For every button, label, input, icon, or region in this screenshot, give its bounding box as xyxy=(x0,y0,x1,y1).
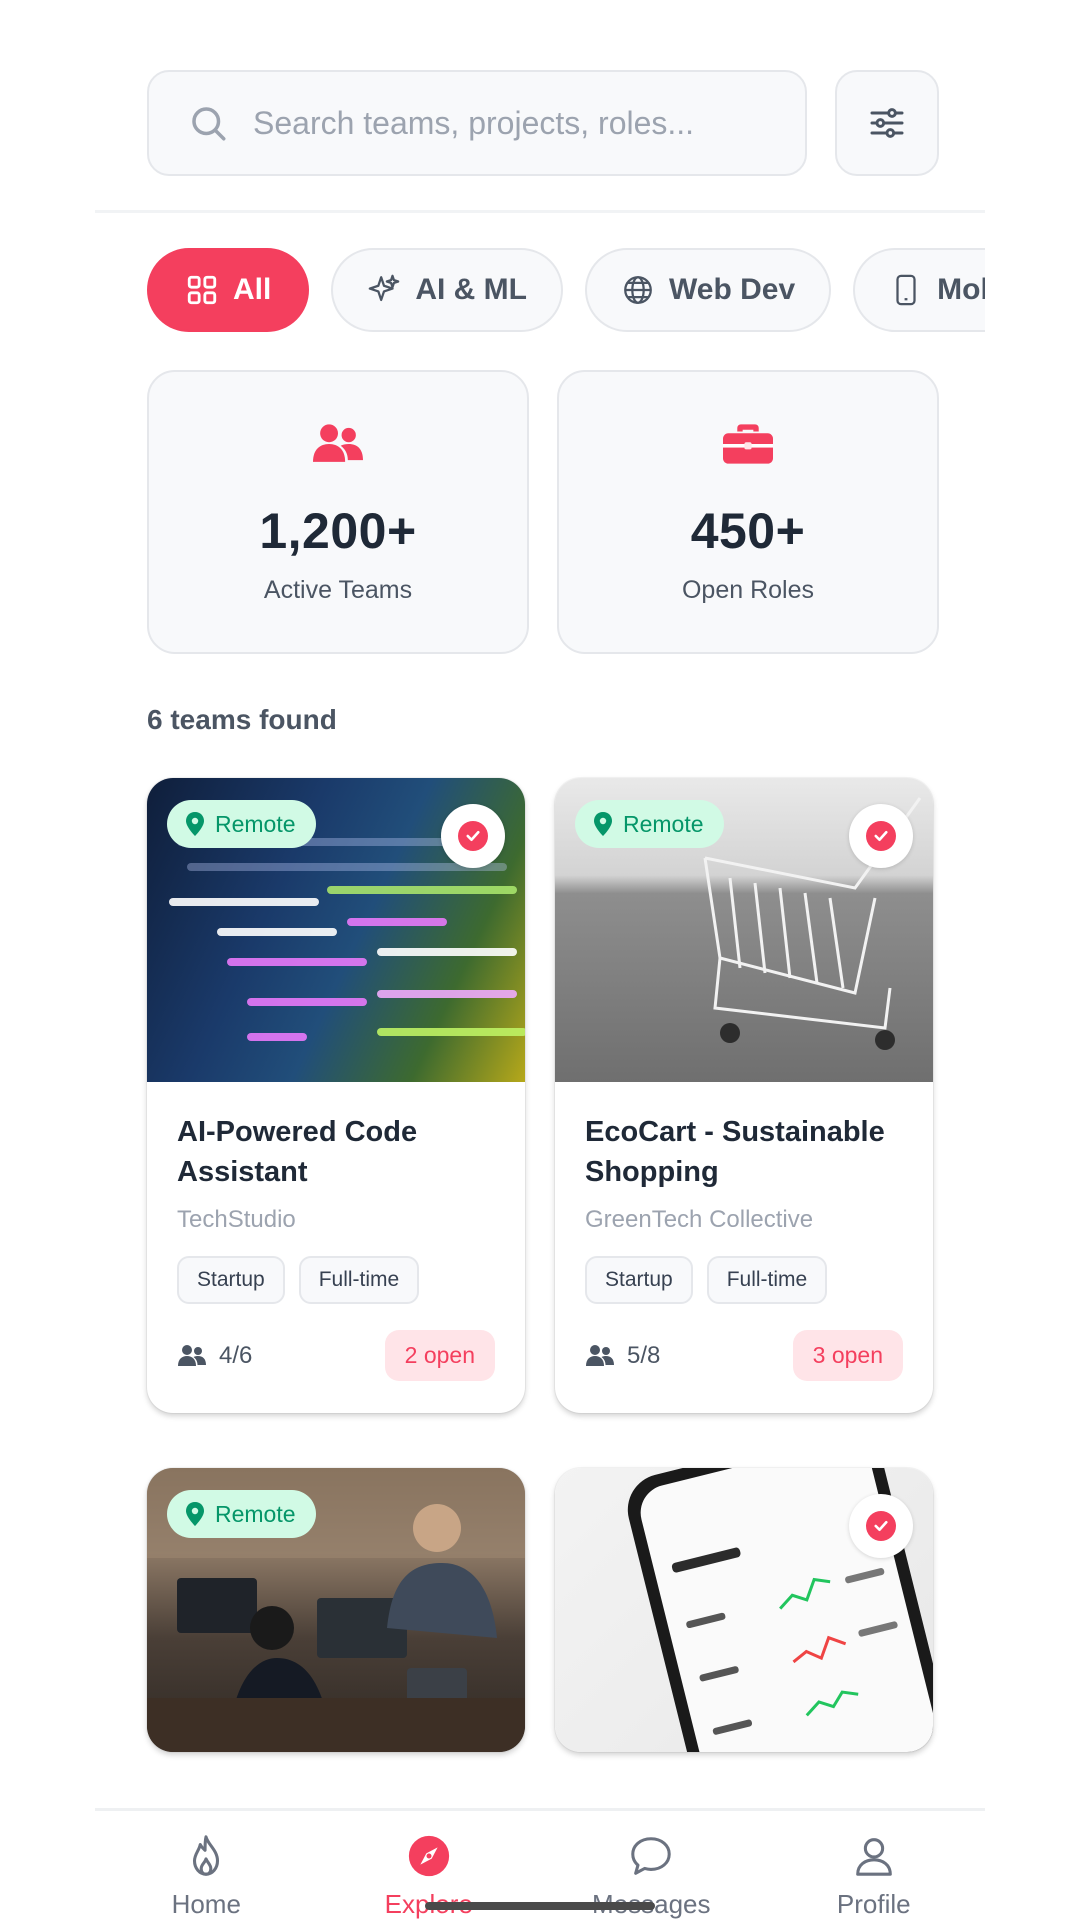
bookmark-check-button[interactable] xyxy=(849,804,913,868)
chip-label: AI & ML xyxy=(415,273,527,306)
sparkles-icon xyxy=(369,274,400,302)
project-image xyxy=(555,1468,933,1752)
users-icon xyxy=(586,1344,614,1366)
remote-badge: Remote xyxy=(167,800,316,848)
tag: Startup xyxy=(585,1256,693,1304)
search-icon xyxy=(192,107,226,141)
remote-badge: Remote xyxy=(575,800,724,848)
bookmark-check-button[interactable] xyxy=(441,804,505,868)
stat-label: Active Teams xyxy=(263,576,413,604)
bookmark-check-button[interactable] xyxy=(849,1494,913,1558)
tag-list: Startup Full-time xyxy=(585,1256,903,1304)
open-roles-badge: 3 open xyxy=(792,1330,903,1381)
team-card[interactable]: Remote AI-Powered Code Assistant TechStu… xyxy=(147,778,525,1413)
chip-label: Web Dev xyxy=(669,273,796,306)
card-footer: 5/8 3 open xyxy=(585,1330,903,1381)
stat-label: Open Roles xyxy=(681,576,815,604)
mobile-icon xyxy=(896,274,916,306)
location-pin-icon xyxy=(594,812,612,836)
project-image: Remote xyxy=(555,778,933,1082)
header-divider xyxy=(95,210,985,213)
filter-button[interactable] xyxy=(835,70,939,176)
stat-card-teams: 1,200+ Active Teams xyxy=(147,370,529,654)
chip-all[interactable]: All xyxy=(147,248,310,332)
sliders-icon xyxy=(870,108,904,138)
location-pin-icon xyxy=(186,1502,204,1526)
stats-row: 1,200+ Active Teams 450+ Open Roles xyxy=(147,370,939,654)
check-icon xyxy=(466,830,480,842)
stat-card-roles: 450+ Open Roles xyxy=(557,370,939,654)
home-indicator[interactable] xyxy=(425,1902,655,1910)
open-roles-badge: 2 open xyxy=(384,1330,495,1381)
team-card[interactable]: Remote EcoCart - Sustainable Shopping Gr… xyxy=(555,778,933,1413)
chat-icon xyxy=(631,1837,671,1875)
chip-label: All xyxy=(233,273,272,306)
chip-label: Mobil xyxy=(937,273,985,306)
card-footer: 4/6 2 open xyxy=(177,1330,495,1381)
tag: Full-time xyxy=(706,1256,828,1304)
team-title: EcoCart - Sustainable Shopping xyxy=(585,1116,885,1188)
member-count: 5/8 xyxy=(585,1342,660,1370)
location-pin-icon xyxy=(186,812,204,836)
compass-icon xyxy=(408,1835,449,1877)
results-count: 6 teams found xyxy=(147,704,337,735)
category-chips: All AI & ML Web Dev Mobil xyxy=(147,248,985,332)
grid-icon xyxy=(187,275,217,305)
check-icon xyxy=(874,1520,888,1532)
briefcase-icon xyxy=(723,424,773,464)
team-card[interactable] xyxy=(555,1468,933,1752)
tag: Full-time xyxy=(298,1256,420,1304)
project-image: Remote xyxy=(147,1468,525,1752)
nav-label: Home xyxy=(171,1889,241,1919)
team-company: TechStudio xyxy=(177,1206,296,1233)
stat-value: 450+ xyxy=(690,503,806,559)
team-card[interactable]: Remote xyxy=(147,1468,525,1752)
project-image: Remote xyxy=(147,778,525,1082)
tag-list: Startup Full-time xyxy=(177,1256,495,1304)
users-icon xyxy=(178,1344,206,1366)
nav-label: Profile xyxy=(836,1889,911,1919)
search-box[interactable] xyxy=(147,70,807,176)
globe-icon xyxy=(624,276,652,304)
chip-mobile[interactable]: Mobil xyxy=(853,248,985,332)
card-body: AI-Powered Code Assistant TechStudio Sta… xyxy=(147,1082,525,1413)
remote-label: Remote xyxy=(215,1500,296,1527)
card-body: EcoCart - Sustainable Shopping GreenTech… xyxy=(555,1082,933,1413)
team-title: AI-Powered Code Assistant xyxy=(177,1116,418,1188)
member-count-text: 5/8 xyxy=(627,1341,661,1369)
remote-label: Remote xyxy=(215,810,296,837)
nav-home[interactable]: Home xyxy=(106,1811,306,1920)
users-icon xyxy=(313,424,363,462)
member-count-text: 4/6 xyxy=(219,1341,253,1369)
user-icon xyxy=(855,1838,892,1876)
remote-badge: Remote xyxy=(167,1490,316,1538)
explore-screen: All AI & ML Web Dev Mobil 1,200+ Active … xyxy=(95,0,985,1920)
search-bar-row xyxy=(147,70,939,176)
tag: Startup xyxy=(177,1256,285,1304)
chip-ai-ml[interactable]: AI & ML xyxy=(331,248,563,332)
nav-profile[interactable]: Profile xyxy=(774,1811,974,1920)
remote-label: Remote xyxy=(623,810,704,837)
flame-icon xyxy=(193,1835,220,1876)
team-company: GreenTech Collective xyxy=(585,1206,814,1233)
chip-web-dev[interactable]: Web Dev xyxy=(585,248,832,332)
search-input[interactable] xyxy=(253,104,773,142)
member-count: 4/6 xyxy=(177,1342,252,1370)
check-icon xyxy=(874,830,888,842)
stat-value: 1,200+ xyxy=(259,503,417,559)
